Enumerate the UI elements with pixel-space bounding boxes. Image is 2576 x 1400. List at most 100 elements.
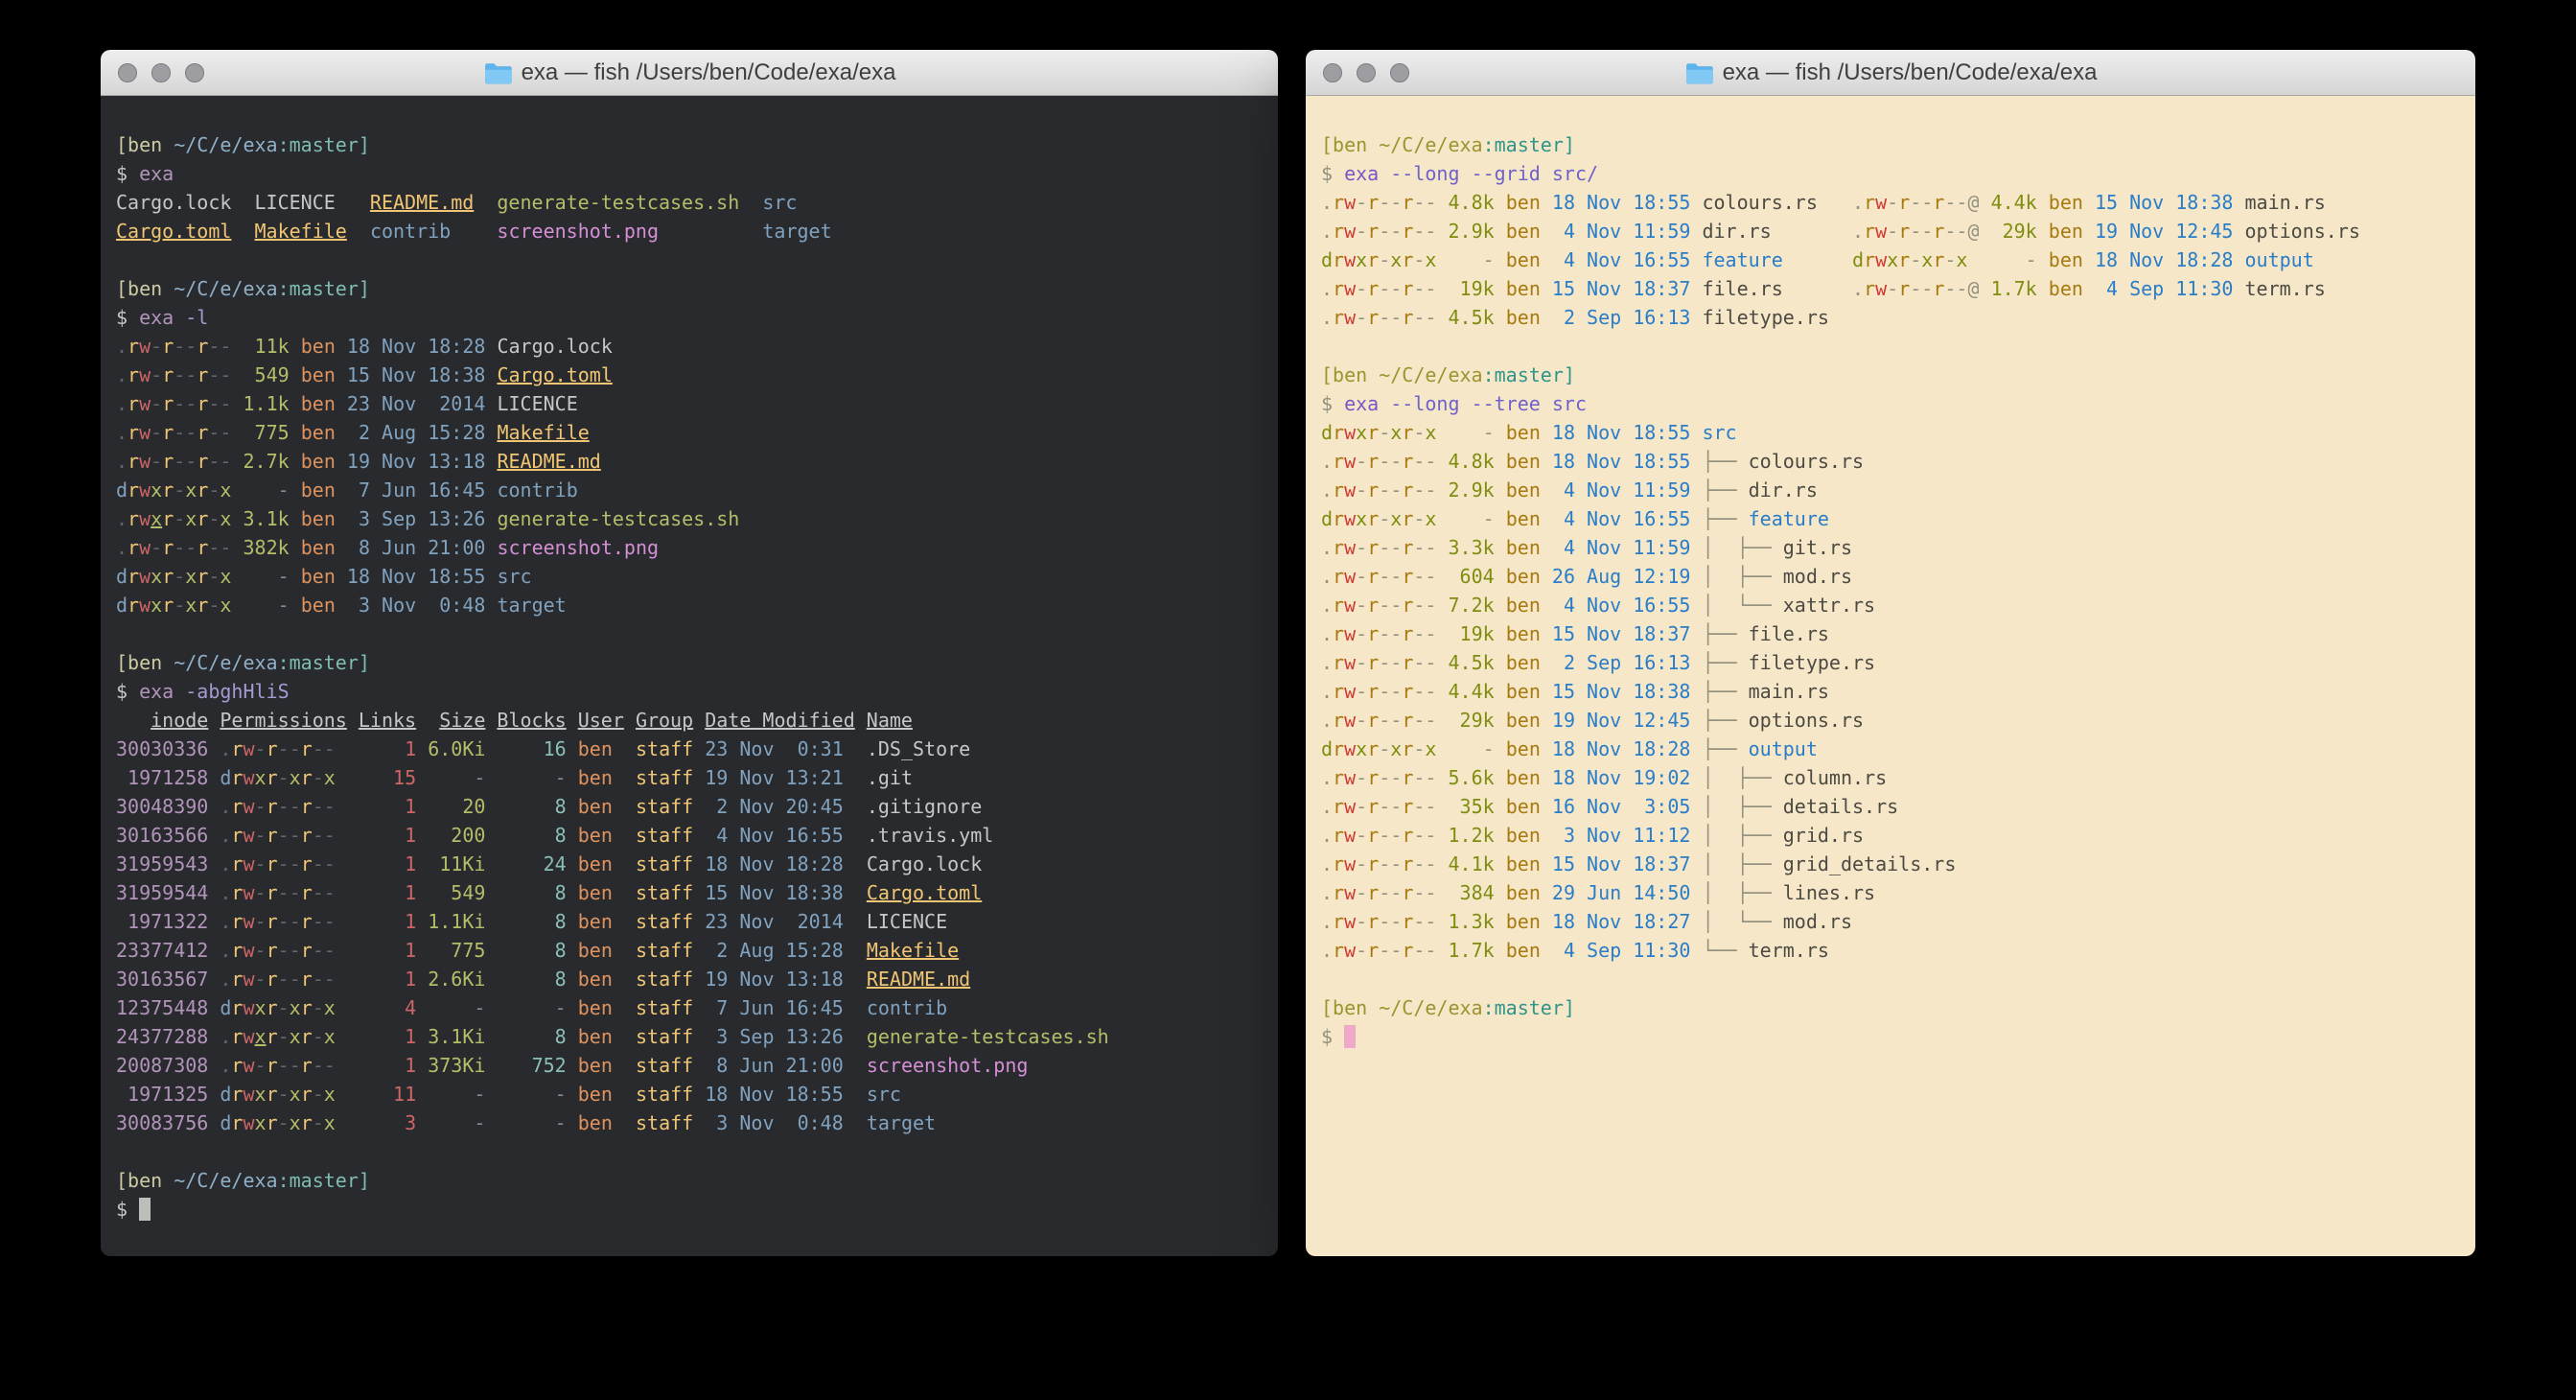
terminal-text-segment [1690, 421, 1702, 444]
terminal-text-segment: Makefile [497, 421, 589, 444]
terminal-text-segment: ~/C/e/exa [174, 651, 277, 674]
permissions-field: drwxr-xr-x [116, 565, 231, 588]
terminal-text-segment [231, 421, 243, 444]
zoom-button[interactable] [1390, 63, 1409, 82]
terminal-text-segment [613, 1083, 636, 1106]
close-button[interactable] [1323, 63, 1342, 82]
terminal-text-segment [208, 1111, 220, 1134]
terminal-cursor[interactable] [139, 1198, 151, 1221]
terminal-text-segment: target [867, 1111, 936, 1134]
close-button[interactable] [118, 63, 137, 82]
terminal-text-segment: :master] [278, 651, 370, 674]
permissions-field: .rw-r--r-- [220, 910, 335, 933]
terminal-text-segment [844, 1083, 867, 1106]
terminal-text-segment: User [578, 709, 624, 732]
terminal-text-segment [567, 1111, 578, 1134]
terminal-text-segment: 18 Nov 18:28 [705, 852, 844, 875]
terminal-line: .rw-r--r-- 4.8k ben 18 Nov 18:55 ├── col… [1321, 447, 2460, 476]
minimize-button[interactable] [1357, 63, 1376, 82]
terminal-text-segment [1690, 220, 1702, 243]
terminal-text-segment: staff [636, 766, 693, 789]
titlebar[interactable]: exa — fish /Users/ben/Code/exa/exa [101, 50, 1278, 96]
minimize-button[interactable] [151, 63, 171, 82]
terminal-text-segment [485, 536, 497, 559]
terminal-text-segment [613, 766, 636, 789]
terminal-text-segment [1541, 392, 1552, 415]
terminal-text-segment: ben [301, 478, 336, 502]
terminal-text-segment: 3 Sep 13:26 [347, 507, 486, 530]
terminal-screen-right[interactable]: [ben ~/C/e/exa:master]$ exa --long --gri… [1306, 96, 2475, 1256]
terminal-line: .rw-r--r-- 382k ben 8 Jun 21:00 screensh… [116, 533, 1263, 562]
terminal-text-segment: mod.rs [1783, 910, 1852, 933]
zoom-button[interactable] [185, 63, 204, 82]
terminal-text-segment: Makefile [255, 220, 347, 243]
terminal-text-segment: ben [1506, 565, 1541, 588]
terminal-text-segment: [ben [1321, 363, 1379, 386]
terminal-text-segment: 15 Nov 18:38 [705, 881, 844, 904]
permissions-field: .rw-r--r-- [1321, 709, 1436, 732]
terminal-text-segment: 549 [244, 363, 290, 386]
terminal-text-segment [1541, 795, 1552, 818]
terminal-text-segment [416, 1083, 428, 1106]
terminal-text-segment [416, 968, 428, 991]
folder-icon[interactable] [1684, 61, 1713, 84]
terminal-text-segment: LICENCE [867, 910, 947, 933]
terminal-text-segment [231, 450, 243, 473]
terminal-text-segment [1690, 709, 1702, 732]
terminal-text-segment [2233, 248, 2244, 271]
terminal-line: .rw-r--r-- 4.5k ben 2 Sep 16:13 ├── file… [1321, 648, 2460, 677]
terminal-text-segment: 15 Nov 18:37 [1552, 277, 1691, 300]
terminal-text-segment [336, 536, 347, 559]
terminal-text-segment [1495, 737, 1506, 760]
terminal-text-segment [1436, 191, 1448, 214]
terminal-text-segment: staff [636, 1111, 693, 1134]
terminal-cursor[interactable] [1344, 1025, 1356, 1048]
terminal-text-segment [485, 852, 497, 875]
terminal-text-segment [1495, 594, 1506, 617]
terminal-text-segment: Cargo.toml [867, 881, 982, 904]
terminal-text-segment [693, 1083, 705, 1106]
terminal-text-segment [336, 392, 347, 415]
permissions-field: .rw-r--r-- [1321, 191, 1436, 214]
terminal-text-segment [485, 881, 497, 904]
terminal-text-segment: 1.7k [1449, 939, 1495, 962]
titlebar[interactable]: exa — fish /Users/ben/Code/exa/exa [1306, 50, 2475, 96]
terminal-text-segment [336, 852, 359, 875]
terminal-text-segment [336, 335, 347, 358]
terminal-text-segment [1772, 220, 1852, 243]
terminal-text-segment: 30163566 [116, 824, 208, 847]
folder-icon[interactable] [483, 61, 512, 84]
terminal-text-segment [1690, 594, 1702, 617]
terminal-text-segment [416, 939, 428, 962]
terminal-text-segment: │ ├── [1702, 795, 1782, 818]
terminal-text-segment: 4 Nov 16:55 [1552, 248, 1691, 271]
terminal-text-segment: Blocks [497, 709, 566, 732]
permissions-field: .rw-r--r-- [1321, 536, 1436, 559]
terminal-text-segment: 18 Nov 18:55 [347, 565, 486, 588]
terminal-text-segment [1967, 248, 1990, 271]
terminal-text-segment [1436, 622, 1448, 645]
terminal-text-segment: 15 Nov 18:37 [1552, 852, 1691, 875]
terminal-text-segment: generate-testcases.sh [497, 191, 739, 214]
terminal-text-segment [613, 939, 636, 962]
permissions-field: .rw-r--r--@ [1852, 220, 1980, 243]
terminal-line: $ exa -abghHliS [116, 677, 1263, 706]
terminal-text-segment [1379, 392, 1390, 415]
terminal-text-segment: exa [1344, 392, 1379, 415]
terminal-line: 30030336 .rw-r--r-- 1 6.0Ki 16 ben staff… [116, 735, 1263, 763]
terminal-text-segment: - [497, 996, 566, 1019]
terminal-text-segment [844, 1111, 867, 1134]
terminal-text-segment: 18 Nov 18:55 [1552, 421, 1691, 444]
terminal-text-segment [336, 737, 359, 760]
terminal-line: $ [116, 1195, 1263, 1224]
terminal-text-segment [1495, 191, 1506, 214]
terminal-line: Cargo.toml Makefile contrib screenshot.p… [116, 217, 1263, 245]
terminal-text-segment [693, 795, 705, 818]
terminal-line: [ben ~/C/e/exa:master] [116, 130, 1263, 159]
terminal-text-segment: 2 Sep 16:13 [1552, 651, 1691, 674]
terminal-screen-left[interactable]: [ben ~/C/e/exa:master]$ exaCargo.lock LI… [101, 96, 1278, 1256]
terminal-text-segment [1541, 824, 1552, 847]
terminal-text-segment: xattr.rs [1783, 594, 1875, 617]
terminal-text-segment: ben [578, 939, 613, 962]
terminal-text-segment [1436, 881, 1448, 904]
